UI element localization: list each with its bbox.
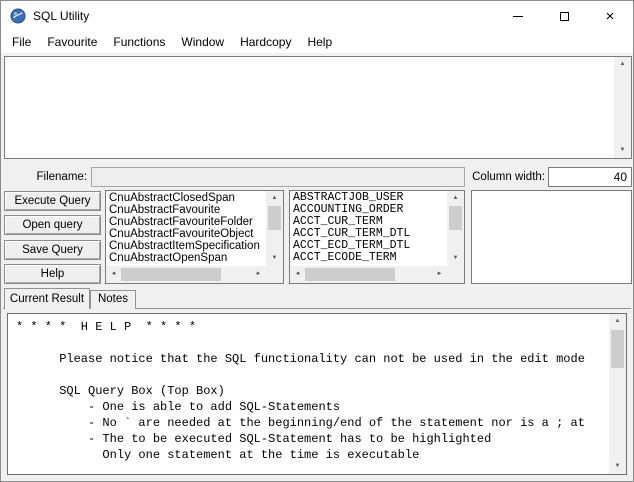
result-line: Please notice that the SQL functionality… [16,352,585,366]
query-scrollbar[interactable]: ▲ ▼ [614,57,631,158]
scroll-down-icon[interactable]: ▼ [614,143,631,158]
window-controls: × [495,1,633,31]
object-list-hscrollbar[interactable]: ◄ ► [106,266,266,283]
table-list-vscrollbar[interactable]: ▲ ▼ [447,191,464,266]
result-line: * * * * H E L P * * * * [16,320,197,334]
result-line [16,367,609,383]
scroll-left-icon[interactable]: ◄ [290,266,305,283]
list-item[interactable]: CnuAbstractOpenSpan [109,252,266,264]
sql-query-input[interactable] [5,57,614,158]
scrollbar-thumb[interactable] [268,206,281,230]
result-panel: * * * * H E L P * * * * Please notice th… [3,308,631,479]
scroll-right-icon[interactable]: ► [251,266,266,283]
scroll-up-icon[interactable]: ▲ [609,314,626,329]
scrollbar-thumb[interactable] [305,268,395,281]
filename-input[interactable] [91,167,465,187]
scrollbar-corner [447,266,464,283]
scroll-right-icon[interactable]: ► [432,266,447,283]
result-box: * * * * H E L P * * * * Please notice th… [7,313,627,475]
result-text: * * * * H E L P * * * * Please notice th… [8,314,609,474]
object-list-items: CnuAbstractClosedSpan CnuAbstractFavouri… [106,191,266,266]
scroll-down-icon[interactable]: ▼ [609,459,626,474]
table-listbox: ABSTRACTJOB_USER ACCOUNTING_ORDER ACCT_C… [289,190,465,284]
columns-listbox[interactable] [471,190,632,284]
list-item[interactable]: CnuAbstractItemSpecification [109,240,266,252]
menu-file[interactable]: File [4,32,39,52]
tab-current-result[interactable]: Current Result [4,288,90,309]
object-listbox: CnuAbstractClosedSpan CnuAbstractFavouri… [105,190,284,284]
result-line [16,335,609,351]
scrollbar-corner [266,266,283,283]
list-item[interactable]: CnuAbstractClosedSpan [109,192,266,204]
menu-help[interactable]: Help [299,32,340,52]
list-item[interactable]: CnuAbstractFavouriteFolder [109,216,266,228]
table-list-items: ABSTRACTJOB_USER ACCOUNTING_ORDER ACCT_C… [290,191,447,266]
tab-notes[interactable]: Notes [90,290,136,309]
open-query-button[interactable]: Open query [4,215,101,235]
minimize-button[interactable] [495,1,541,31]
menu-favourite[interactable]: Favourite [39,32,105,52]
result-line: SQL Query Box (Top Box) [16,384,225,398]
result-line: - The to be executed SQL-Statement has t… [16,432,492,446]
maximize-button[interactable] [541,1,587,31]
result-line: Only one statement at the time is execut… [16,448,420,462]
scroll-up-icon[interactable]: ▲ [447,191,464,206]
minimize-icon [513,15,523,17]
scrollbar-thumb[interactable] [449,206,462,230]
list-item[interactable]: CnuAbstractFavouriteObject [109,228,266,240]
list-item[interactable]: ACCT_ECODE_TERM [293,252,447,264]
titlebar[interactable]: SQL Utility × [1,1,633,31]
close-icon: × [605,7,615,25]
table-list-hscrollbar[interactable]: ◄ ► [290,266,447,283]
column-width-input[interactable] [548,167,632,187]
filename-label: Filename: [36,171,88,183]
execute-query-button[interactable]: Execute Query [4,191,101,211]
scroll-down-icon[interactable]: ▼ [266,251,283,266]
result-vscrollbar[interactable]: ▲ ▼ [609,314,626,474]
menu-window[interactable]: Window [173,32,232,52]
sql-query-box: ▲ ▼ [4,56,632,159]
scrollbar-thumb[interactable] [611,330,624,368]
scroll-down-icon[interactable]: ▼ [447,251,464,266]
scroll-up-icon[interactable]: ▲ [266,191,283,206]
menu-functions[interactable]: Functions [105,32,173,52]
save-query-button[interactable]: Save Query [4,240,101,260]
menubar: File Favourite Functions Window Hardcopy… [1,31,633,53]
sql-utility-window: SQL Utility × File Favourite Functions W… [0,0,634,482]
close-button[interactable]: × [587,1,633,31]
scroll-left-icon[interactable]: ◄ [106,266,121,283]
help-button[interactable]: Help [4,264,101,284]
app-icon [10,8,26,24]
result-line: - One is able to add SQL-Statements [16,400,341,414]
object-list-vscrollbar[interactable]: ▲ ▼ [266,191,283,266]
scrollbar-thumb[interactable] [121,268,221,281]
maximize-icon [559,11,569,21]
window-title: SQL Utility [33,9,90,23]
list-item[interactable]: CnuAbstractFavourite [109,204,266,216]
menu-hardcopy[interactable]: Hardcopy [232,32,299,52]
column-width-label: Column width: [472,171,545,183]
result-line: - No ` are needed at the beginning/end o… [16,416,585,430]
scroll-up-icon[interactable]: ▲ [614,57,631,72]
